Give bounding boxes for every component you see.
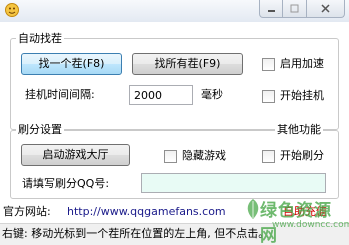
close-icon: [321, 4, 330, 13]
start-hangup-label: 开始挂机: [280, 89, 324, 102]
app-icon: [5, 3, 19, 17]
interval-label: 挂机时间间隔:: [25, 88, 95, 101]
hide-game-checkbox[interactable]: 隐藏游戏: [164, 149, 226, 163]
maximize-icon: [290, 4, 299, 13]
minimize-icon: [267, 10, 275, 12]
status-bar: 右键: 移动光标到一个茬所在位置的左上角, 但不点击。: [0, 223, 349, 245]
site-link[interactable]: http://www.qqgamefans.com: [67, 205, 226, 219]
start-hangup-box[interactable]: [262, 89, 275, 103]
hide-game-label: 隐藏游戏: [182, 149, 226, 162]
find-all-button[interactable]: 找所有茬(F9): [132, 53, 243, 75]
score-group-caption: 刷分设置: [16, 123, 64, 136]
find-one-button[interactable]: 找一个茬(F8): [21, 53, 122, 75]
close-button[interactable]: [307, 0, 345, 18]
site-label: 官方网站:: [3, 205, 51, 218]
client-area: 自动找茬 找一个茬(F8) 找所有茬(F9) 启用加速 挂机时间间隔: 毫秒 开…: [0, 22, 349, 223]
hide-game-box[interactable]: [164, 149, 177, 163]
recharge-link[interactable]: 自助充值: [283, 205, 327, 219]
start-hangup-checkbox[interactable]: 开始挂机: [262, 89, 324, 103]
qq-input[interactable]: [141, 173, 326, 193]
enable-speedup-checkbox[interactable]: 启用加速: [262, 57, 324, 71]
interval-unit: 毫秒: [201, 88, 223, 101]
qq-label: 请填写刷分QQ号:: [22, 177, 110, 190]
title-bar: [0, 0, 349, 22]
maximize-button[interactable]: [283, 0, 307, 18]
status-text: 右键: 移动光标到一个茬所在位置的左上角, 但不点击。: [2, 227, 270, 240]
interval-input[interactable]: [129, 85, 193, 105]
enable-speedup-label: 启用加速: [280, 57, 324, 70]
start-score-box[interactable]: [262, 149, 275, 163]
enable-speedup-box[interactable]: [262, 57, 275, 71]
start-game-hall-button[interactable]: 启动游戏大厅: [21, 144, 130, 166]
find-group-caption: 自动找茬: [16, 32, 64, 45]
other-functions-caption: 其他功能: [275, 123, 323, 136]
minimize-button[interactable]: [259, 0, 283, 18]
window-controls: [259, 0, 345, 18]
find-group: [10, 38, 339, 130]
start-score-label: 开始刷分: [280, 149, 324, 162]
start-score-checkbox[interactable]: 开始刷分: [262, 149, 324, 163]
